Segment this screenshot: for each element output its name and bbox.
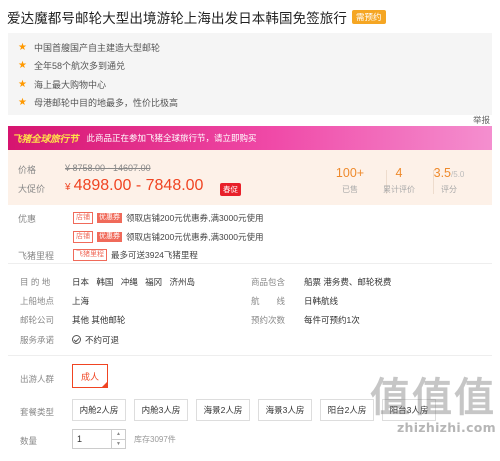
service-text: 不约可退 [85, 335, 120, 345]
package-label: 套餐类型 [20, 407, 55, 417]
coupon-shop-tag: 店铺 [73, 212, 93, 224]
stock-count: 库存3097件 [134, 435, 176, 444]
coupon-type-tag: 优惠券 [97, 232, 122, 242]
section-divider [8, 355, 492, 356]
promo-tag: 飞猪全球旅行节 [12, 134, 79, 145]
reservation-badge: 需预约 [352, 10, 386, 24]
quantity-stepper: ▲ ▼ [72, 429, 126, 449]
points-row: 飞猪里程 最多可送3924飞猪里程 [73, 249, 198, 261]
points-label: 飞猪里程 [18, 251, 55, 261]
rating-label: 评分 [441, 185, 457, 194]
rating-stat: 3.5/5.0 评分 [419, 166, 479, 195]
star-icon: ★ [18, 97, 27, 109]
watermark-url: zhizhizhi.com [396, 420, 496, 435]
quantity-label: 数量 [20, 436, 38, 446]
spring-sale-tag: 春促 [220, 183, 241, 196]
route-label: 航 线 [251, 296, 286, 306]
includes-value: 船票 港务费、邮轮税费 [304, 277, 392, 287]
departure-value: 上海 [72, 296, 90, 306]
package-option[interactable]: 海景2人房 [196, 399, 250, 421]
company-label: 邮轮公司 [20, 315, 55, 325]
rating-value: 3.5 [433, 166, 452, 180]
sale-price: ¥ 4898.00 - 7848.00 [65, 177, 203, 195]
coupon-text: 领取店铺200元优惠券,满3000元使用 [126, 232, 264, 242]
coupon-shop-tag: 店铺 [73, 231, 93, 243]
coupon-label: 优惠 [18, 214, 37, 224]
highlight-item: ★ 母港邮轮中目的地最多，性价比极高 [18, 97, 179, 109]
report-link[interactable]: 举报 [473, 114, 490, 126]
departure-label: 上船地点 [20, 296, 55, 306]
destination-label: 目 的 地 [20, 277, 51, 287]
sale-price-value: 4898.00 - 7848.00 [73, 177, 204, 194]
currency-symbol: ¥ [65, 182, 71, 193]
highlight-item: ★ 海上最大购物中心 [18, 78, 107, 90]
product-title: 爱达魔都号邮轮大型出境游轮上海出发日本韩国免签旅行 [7, 11, 347, 26]
quantity-input[interactable] [73, 430, 111, 448]
service-label: 服务承诺 [20, 335, 55, 345]
review-count: 4 [395, 166, 403, 180]
coupon-item[interactable]: 店铺 优惠券 领取店铺200元优惠券,满3000元使用 [73, 212, 263, 224]
highlight-item: ★ 全年58个航次多到通兑 [18, 60, 126, 72]
destination-value: 日本 韩国 冲绳 福冈 济州岛 [72, 277, 195, 287]
watermark-logo-text: 值值值 [370, 375, 496, 421]
product-title-row: 爱达魔都号邮轮大型出境游轮上海出发日本韩国免签旅行 需预约 [7, 6, 493, 28]
booking-label: 预约次数 [251, 315, 286, 325]
star-icon: ★ [18, 41, 27, 53]
package-option[interactable]: 内舱2人房 [72, 399, 126, 421]
coupon-item[interactable]: 店铺 优惠券 领取店铺200元优惠券,满3000元使用 [73, 231, 263, 243]
highlight-item: ★ 中国首艘国产自主建造大型邮轮 [18, 41, 161, 53]
coupon-type-tag: 优惠券 [97, 213, 122, 223]
check-circle-icon [72, 335, 81, 344]
highlights-panel: ★ 中国首艘国产自主建造大型邮轮 ★ 全年58个航次多到通兑 ★ 海上最大购物中心 ★… [8, 33, 492, 115]
service-value[interactable]: 不约可退 [72, 334, 119, 346]
rating-max: /5.0 [451, 170, 465, 179]
star-icon: ★ [18, 60, 27, 72]
star-icon: ★ [18, 78, 27, 90]
coupon-text: 领取店铺200元优惠券,满3000元使用 [126, 213, 264, 223]
package-option[interactable]: 海景3人房 [258, 399, 312, 421]
includes-label: 商品包含 [251, 277, 286, 287]
sale-price-label: 大促价 [18, 184, 46, 194]
sold-count: 100+ [335, 166, 365, 180]
site-watermark: 值值值 zhizhizhi.com [346, 376, 496, 458]
traveler-option-adult[interactable]: 成人 [72, 364, 108, 388]
promo-banner[interactable]: 飞猪全球旅行节 此商品正在参加飞猪全球旅行节，请立即购买 [8, 126, 492, 150]
route-value: 日韩航线 [304, 296, 339, 306]
decrease-arrow-icon[interactable]: ▼ [112, 440, 125, 449]
package-option[interactable]: 内舱3人房 [134, 399, 188, 421]
orig-price: ¥ 8758.00 - 14607.00 [65, 163, 151, 173]
booking-value: 每件可预约1次 [304, 315, 360, 325]
points-tag: 飞猪里程 [73, 249, 107, 261]
promo-text: 此商品正在参加飞猪全球旅行节，请立即购买 [86, 133, 257, 143]
orig-price-label: 价格 [18, 165, 37, 175]
points-text: 最多可送3924飞猪里程 [111, 250, 198, 260]
increase-arrow-icon[interactable]: ▲ [112, 430, 125, 440]
section-divider [8, 263, 492, 264]
company-value: 其他 其他邮轮 [72, 315, 126, 325]
traveler-label: 出游人群 [20, 374, 55, 384]
quantity-arrows: ▲ ▼ [111, 430, 125, 448]
